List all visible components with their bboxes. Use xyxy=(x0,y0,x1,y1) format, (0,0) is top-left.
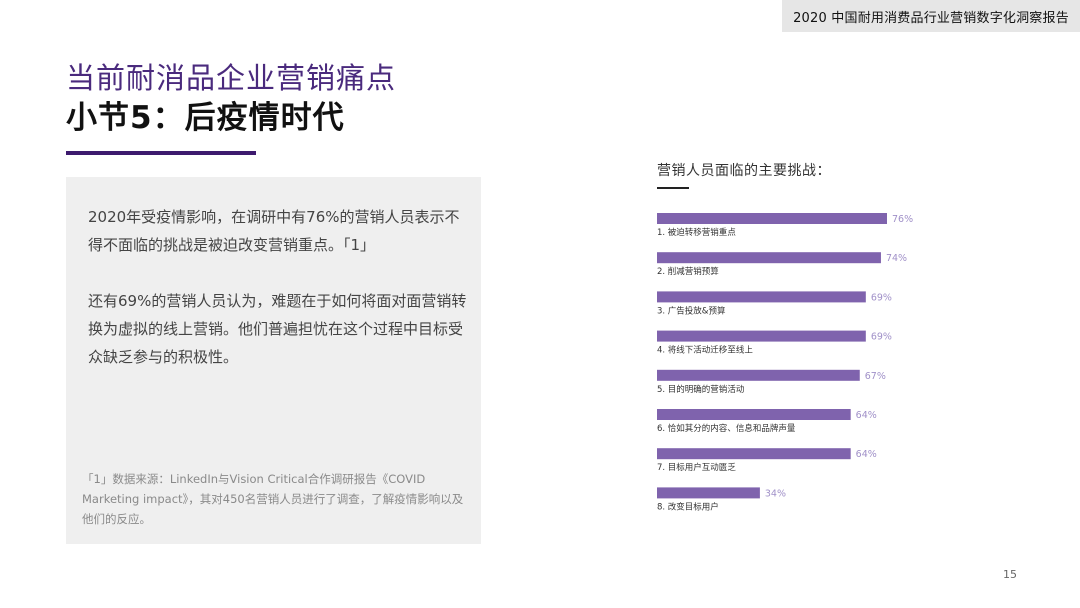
bar-3 xyxy=(657,291,866,303)
bar-value-label-1: 76% xyxy=(892,214,913,225)
bar-value-label-4: 69% xyxy=(871,332,892,343)
category-label-5: 5. 目的明确的营销活动 xyxy=(657,384,745,395)
bar-8 xyxy=(657,487,760,499)
bar-2 xyxy=(657,252,881,264)
category-label-2: 2. 削减营销预算 xyxy=(657,266,719,277)
bar-value-label-2: 74% xyxy=(886,253,907,264)
page-number: 15 xyxy=(1003,568,1017,581)
bar-value-label-5: 67% xyxy=(865,371,886,382)
bar-value-label-7: 64% xyxy=(856,449,877,460)
bar-1 xyxy=(657,213,887,224)
category-label-8: 8. 改变目标用户 xyxy=(657,501,719,512)
bar-5 xyxy=(657,369,860,381)
category-label-1: 1. 被迫转移营销重点 xyxy=(657,227,736,238)
bar-value-label-8: 34% xyxy=(765,488,786,499)
bar-value-label-3: 69% xyxy=(871,292,892,303)
category-label-7: 7. 目标用户互动匮乏 xyxy=(657,462,736,473)
bar-chart: 76% 1. 被迫转移营销重点 74% 2. 削减营销预算 69% 3. 广告投放&预算 6… xyxy=(657,213,913,512)
bar-7 xyxy=(657,448,851,460)
category-label-3: 3. 广告投放&预算 xyxy=(657,305,726,316)
category-label-4: 4. 将线下活动迁移至线上 xyxy=(657,345,753,356)
category-label-6: 6. 恰如其分的内容、信息和品牌声量 xyxy=(657,423,796,434)
bar-value-label-6: 64% xyxy=(856,410,877,421)
bar-4 xyxy=(657,330,866,342)
bar-6 xyxy=(657,409,851,420)
